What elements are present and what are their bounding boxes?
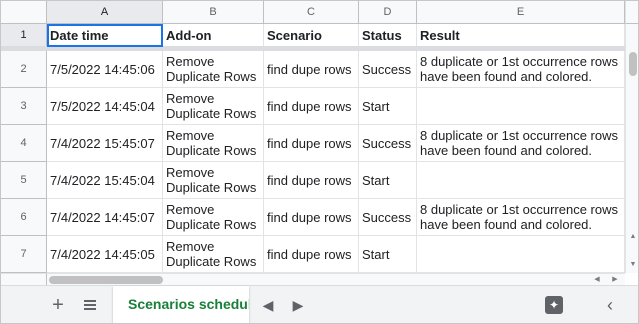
cell-d3[interactable]: Start — [359, 88, 417, 125]
sheet-tab-scenarios-schedule[interactable]: Scenarios schedule — [113, 286, 249, 323]
vertical-scroll-thumb[interactable] — [629, 52, 637, 76]
explore-icon: ✦ — [545, 296, 563, 314]
column-header-d[interactable]: D — [359, 1, 417, 24]
cell-d1[interactable]: Status — [359, 24, 417, 47]
cell-c2[interactable]: find dupe rows — [264, 51, 359, 88]
column-header-e[interactable]: E — [417, 1, 625, 24]
row-header-6[interactable]: 6 — [1, 199, 47, 236]
sheet-tab-bar: + Scenarios schedule ◀ ▶ ✦ ‹ — [1, 285, 638, 323]
row-header-3[interactable]: 3 — [1, 88, 47, 125]
row-header-2[interactable]: 2 — [1, 51, 47, 88]
cell-b5[interactable]: Remove Duplicate Rows — [163, 162, 264, 199]
cell-d5[interactable]: Start — [359, 162, 417, 199]
sheet-tab-label: Scenarios schedule — [128, 296, 249, 312]
scroll-down-arrow[interactable]: ▼ — [626, 259, 638, 271]
cell-c4[interactable]: find dupe rows — [264, 125, 359, 162]
tab-scroll-right-button[interactable]: ▶ — [287, 286, 309, 323]
frozen-row-divider[interactable] — [1, 46, 625, 51]
cell-a4[interactable]: 7/4/2022 15:45:07 — [47, 125, 163, 162]
cell-e7[interactable] — [417, 236, 625, 273]
cell-a5[interactable]: 7/4/2022 15:45:04 — [47, 162, 163, 199]
column-header-b[interactable]: B — [163, 1, 264, 24]
chevron-left-icon: ‹ — [607, 294, 613, 315]
cell-b2[interactable]: Remove Duplicate Rows — [163, 51, 264, 88]
cell-a2[interactable]: 7/5/2022 14:45:06 — [47, 51, 163, 88]
cell-c6[interactable]: find dupe rows — [264, 199, 359, 236]
select-all-corner[interactable] — [1, 1, 47, 24]
cell-e6[interactable]: 8 duplicate or 1st occurrence rows have … — [417, 199, 625, 236]
cell-b4[interactable]: Remove Duplicate Rows — [163, 125, 264, 162]
cell-a6[interactable]: 7/4/2022 14:45:07 — [47, 199, 163, 236]
scroll-corner — [625, 1, 638, 24]
row-header-5[interactable]: 5 — [1, 162, 47, 199]
explore-button[interactable]: ✦ — [541, 286, 567, 323]
cell-d7[interactable]: Start — [359, 236, 417, 273]
cell-c5[interactable]: find dupe rows — [264, 162, 359, 199]
cell-c3[interactable]: find dupe rows — [264, 88, 359, 125]
cell-b1[interactable]: Add-on — [163, 24, 264, 47]
all-sheets-button[interactable] — [77, 286, 103, 323]
spreadsheet-grid: A B C D E 1 Date time Add-on Scenario Status Resul… — [1, 1, 625, 273]
row-header-4[interactable]: 4 — [1, 125, 47, 162]
cell-b7[interactable]: Remove Duplicate Rows — [163, 236, 264, 273]
cell-d6[interactable]: Success — [359, 199, 417, 236]
row-header-1[interactable]: 1 — [1, 24, 47, 47]
cell-a7[interactable]: 7/4/2022 14:45:05 — [47, 236, 163, 273]
hscroll-spacer — [1, 273, 47, 285]
list-icon — [84, 298, 96, 312]
cell-d4[interactable]: Success — [359, 125, 417, 162]
cell-d2[interactable]: Success — [359, 51, 417, 88]
cell-b6[interactable]: Remove Duplicate Rows — [163, 199, 264, 236]
column-header-c[interactable]: C — [264, 1, 359, 24]
row-header-7[interactable]: 7 — [1, 236, 47, 273]
vertical-scrollbar[interactable]: ▲ ▼ — [625, 24, 638, 273]
cell-b3[interactable]: Remove Duplicate Rows — [163, 88, 264, 125]
collapse-sidebar-button[interactable]: ‹ — [599, 286, 621, 323]
cell-e5[interactable] — [417, 162, 625, 199]
cell-e1[interactable]: Result — [417, 24, 625, 47]
column-header-a[interactable]: A — [47, 1, 163, 24]
explore-glyph: ✦ — [548, 298, 560, 312]
cell-a1[interactable]: Date time — [47, 24, 163, 47]
cell-e4[interactable]: 8 duplicate or 1st occurrence rows have … — [417, 125, 625, 162]
horizontal-scrollbar[interactable]: ◀ ▶ — [47, 273, 625, 285]
chevron-left-icon: ◀ — [262, 296, 274, 313]
cell-e3[interactable] — [417, 88, 625, 125]
chevron-right-icon: ▶ — [292, 296, 304, 313]
tab-scroll-left-button[interactable]: ◀ — [257, 286, 279, 323]
cell-c1[interactable]: Scenario — [264, 24, 359, 47]
cell-a3[interactable]: 7/5/2022 14:45:04 — [47, 88, 163, 125]
cell-c7[interactable]: find dupe rows — [264, 236, 359, 273]
spreadsheet-window: A B C D E 1 Date time Add-on Scenario Status Resul… — [0, 0, 639, 324]
plus-icon: + — [52, 293, 64, 316]
add-sheet-button[interactable]: + — [45, 286, 71, 323]
scroll-up-arrow[interactable]: ▲ — [626, 231, 638, 243]
horizontal-scroll-thumb[interactable] — [49, 276, 163, 284]
cell-e2[interactable]: 8 duplicate or 1st occurrence rows have … — [417, 51, 625, 88]
